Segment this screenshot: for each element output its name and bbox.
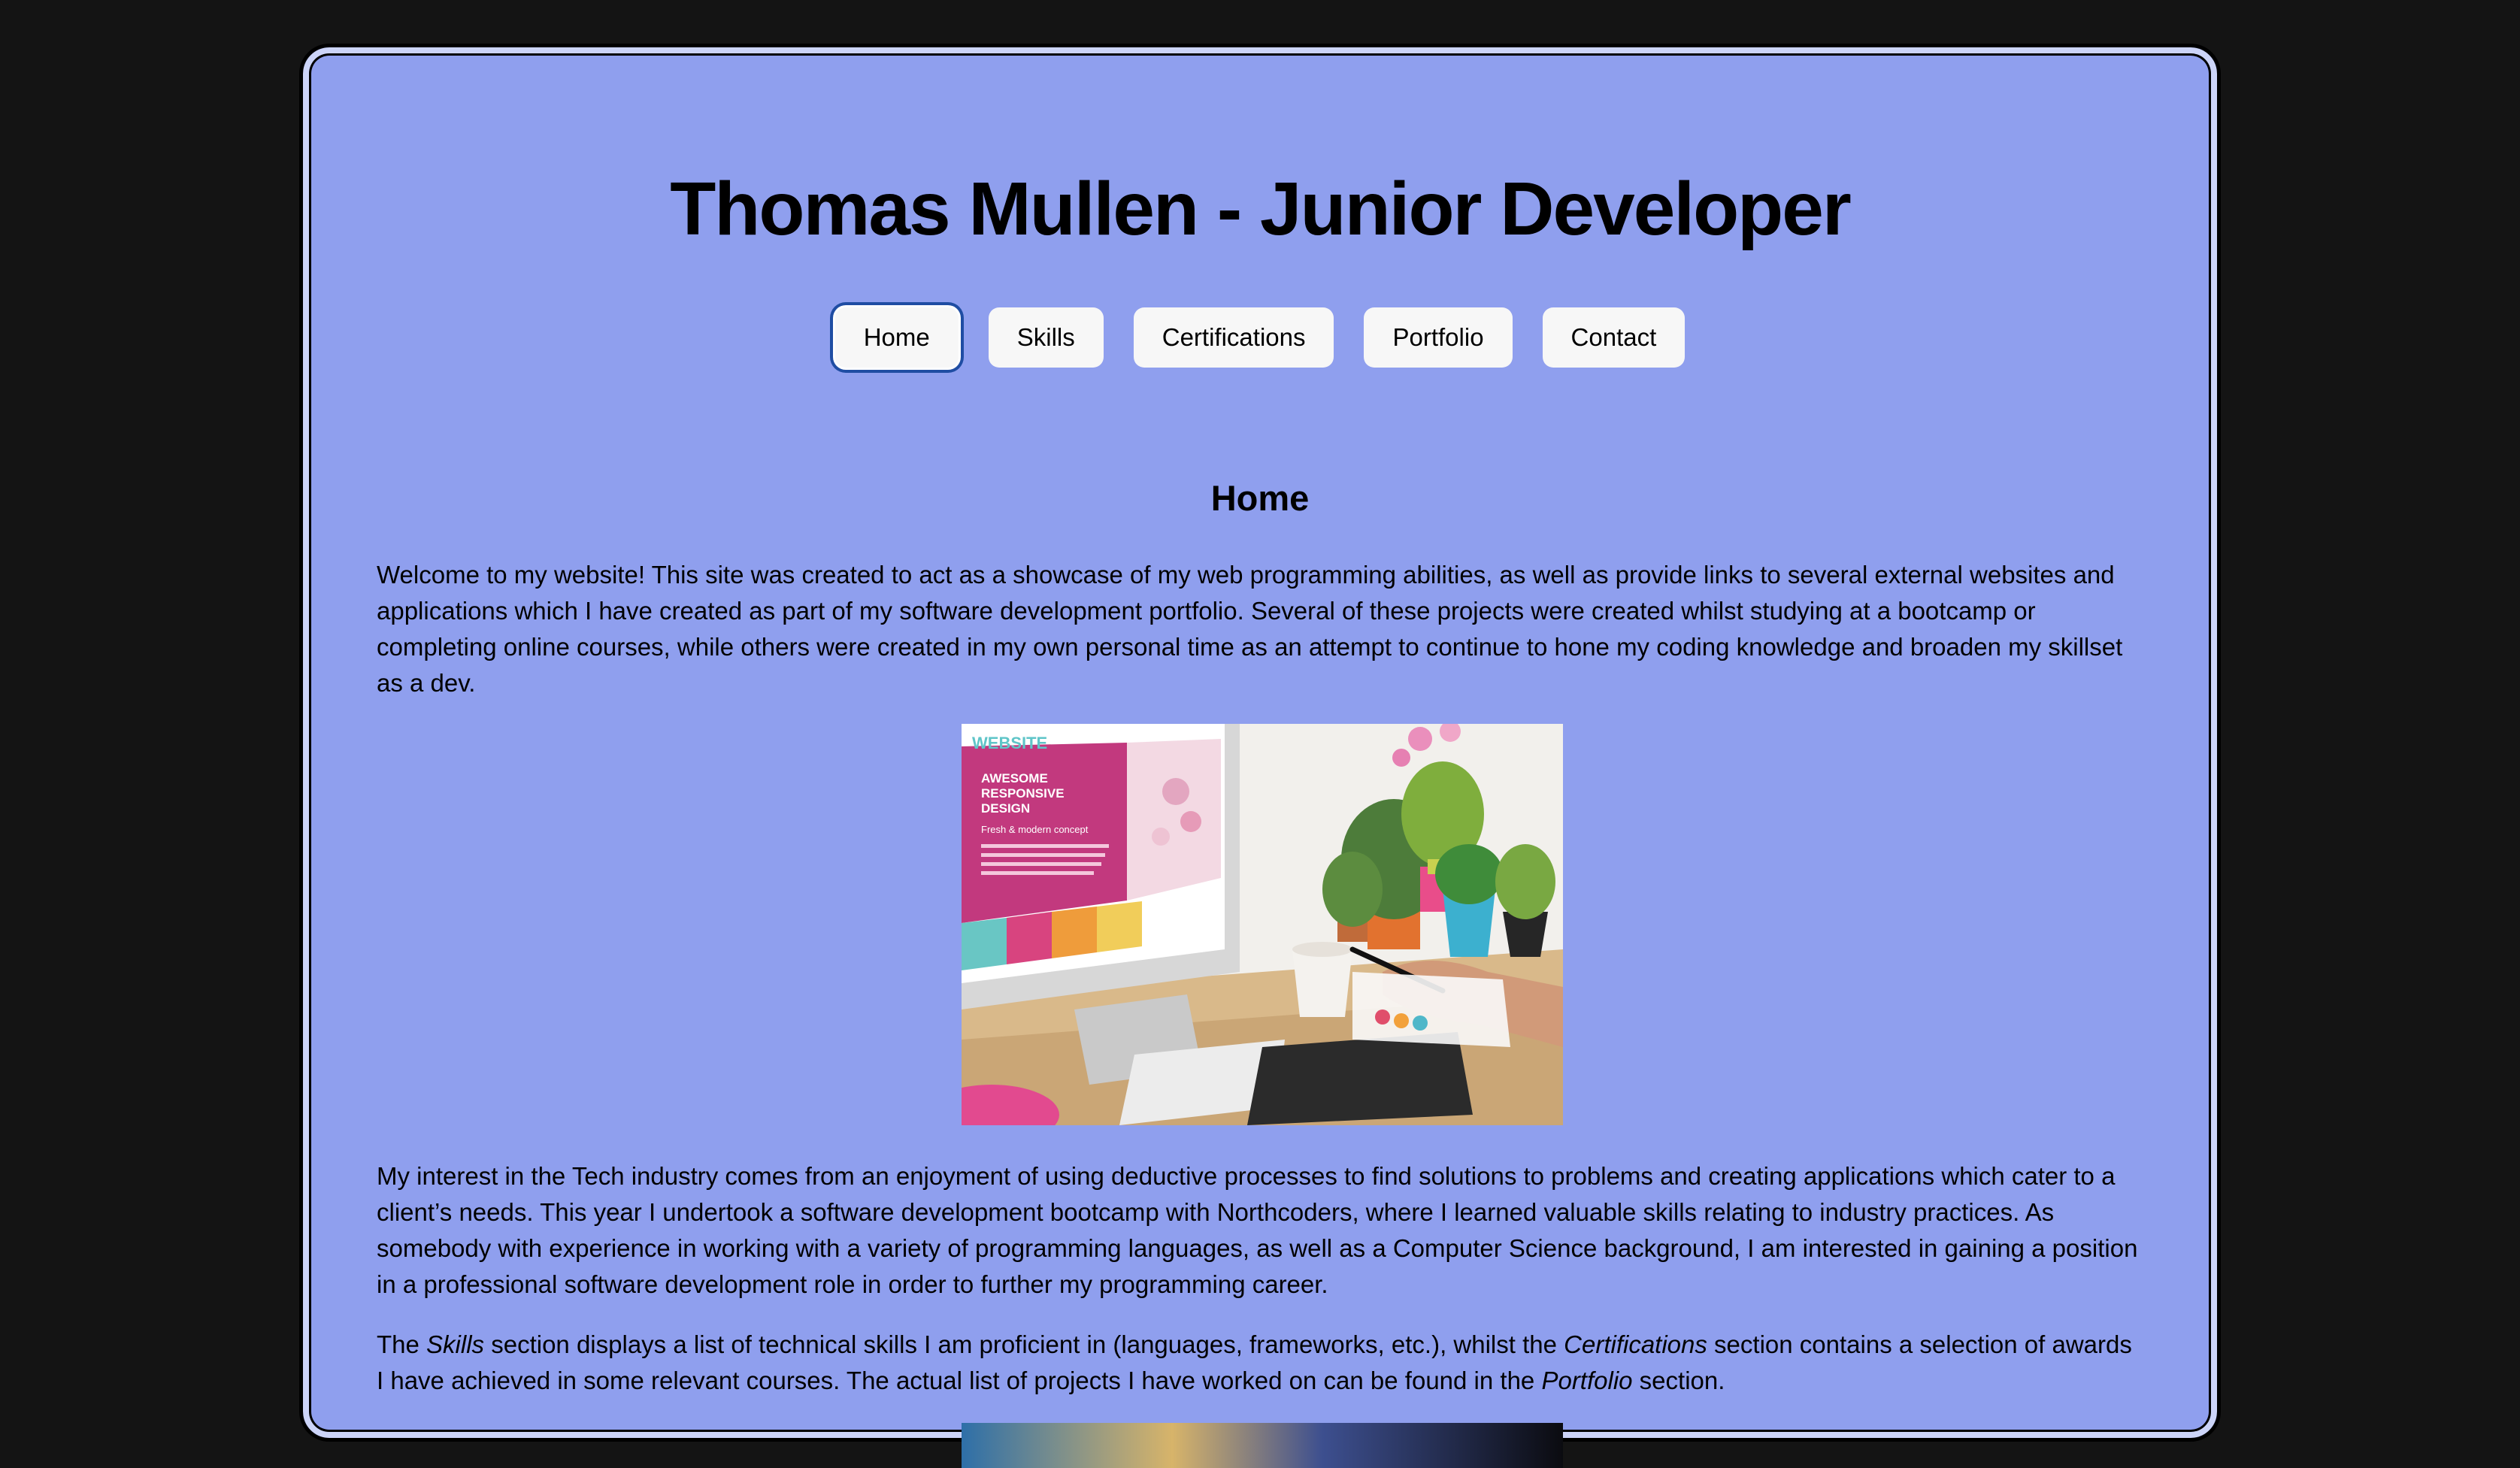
nav-bar: Home Skills Certifications Portfolio Con…	[377, 307, 2143, 368]
sections-text-part1: The	[377, 1330, 427, 1358]
page-frame: Thomas Mullen - Junior Developer Home Sk…	[299, 44, 2221, 1468]
nav-portfolio-button[interactable]: Portfolio	[1364, 307, 1513, 368]
sections-text-part4: section.	[1632, 1367, 1725, 1394]
intro-paragraph: Welcome to my website! This site was cre…	[377, 561, 2123, 697]
screen-headline-2: RESPONSIVE	[981, 786, 1065, 801]
certifications-emphasis: Certifications	[1564, 1330, 1707, 1358]
portfolio-emphasis: Portfolio	[1541, 1367, 1633, 1394]
nav-certifications-button[interactable]: Certifications	[1133, 307, 1334, 368]
interest-paragraph: My interest in the Tech industry comes f…	[377, 1162, 2138, 1298]
sections-paragraph: The Skills section displays a list of te…	[377, 1327, 2143, 1399]
screen-headline-3: DESIGN	[981, 801, 1030, 816]
secondary-image	[962, 1423, 1563, 1468]
hero-image: WEBSITE AWESOME RESPONSIVE DESIGN Fresh …	[962, 724, 1563, 1125]
section-heading: Home	[1210, 478, 1310, 518]
nav-home-button[interactable]: Home	[834, 307, 959, 368]
screen-brand-text: WEBSITE	[972, 734, 1047, 752]
site-title: Thomas Mullen - Junior Developer	[670, 167, 1852, 251]
nav-skills-button[interactable]: Skills	[988, 307, 1104, 368]
sections-text-part2: section displays a list of technical ski…	[484, 1330, 1564, 1358]
screen-tagline: Fresh & modern concept	[981, 824, 1089, 835]
screen-headline-1: AWESOME	[981, 771, 1048, 785]
skills-emphasis: Skills	[426, 1330, 485, 1358]
nav-contact-button[interactable]: Contact	[1542, 307, 1686, 368]
